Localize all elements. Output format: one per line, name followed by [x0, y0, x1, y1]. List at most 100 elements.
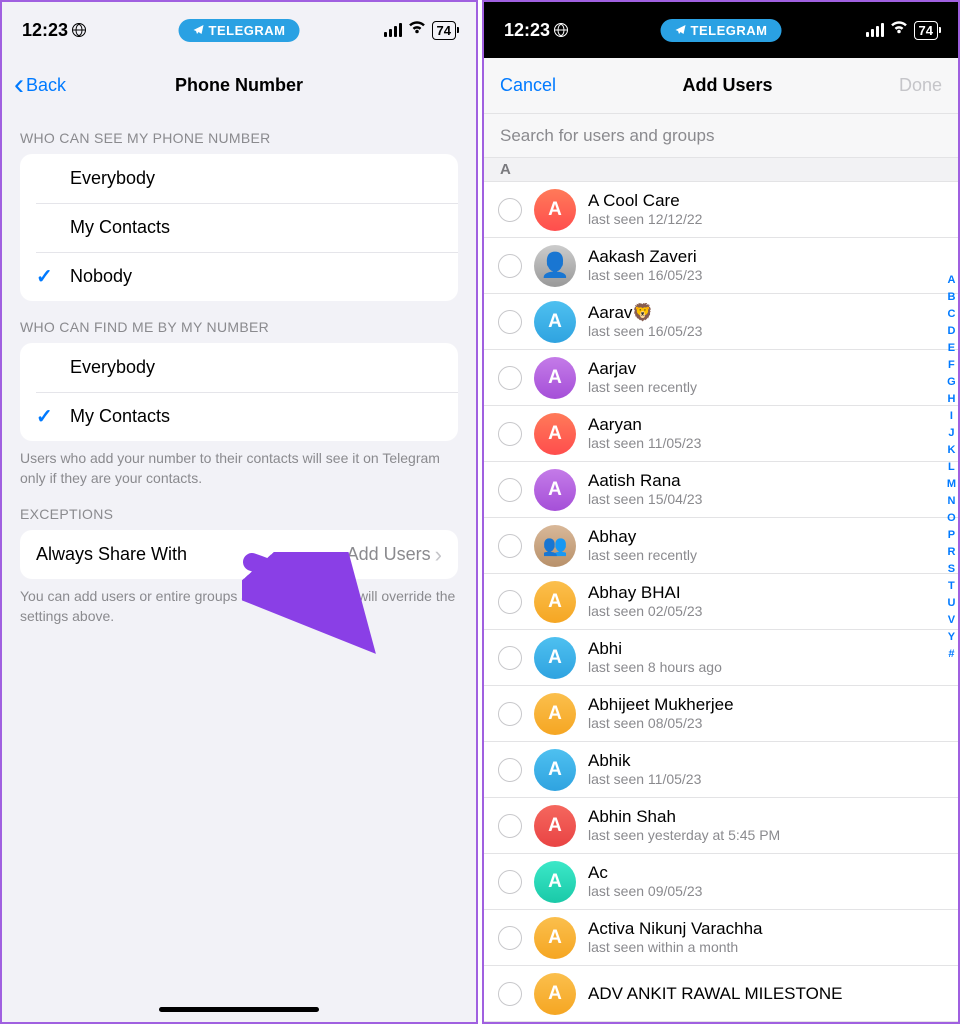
contacts-list[interactable]: A A Cool Care last seen 12/12/22 Aakash … — [484, 182, 958, 1022]
contact-name: Ac — [588, 862, 944, 883]
radio-circle[interactable] — [498, 590, 522, 614]
contact-name: Aarjav — [588, 358, 944, 379]
index-letter[interactable]: P — [948, 527, 955, 543]
contact-row[interactable]: Abhay last seen recently — [484, 518, 958, 574]
always-share-with-row[interactable]: Always Share With Add Users › — [20, 530, 458, 579]
radio-circle[interactable] — [498, 814, 522, 838]
index-letter[interactable]: J — [948, 425, 954, 441]
contact-row[interactable]: A Aaryan last seen 11/05/23 — [484, 406, 958, 462]
home-indicator[interactable] — [159, 1007, 319, 1012]
index-letter[interactable]: B — [947, 289, 955, 305]
contact-status: last seen 11/05/23 — [588, 771, 944, 789]
index-letter[interactable]: I — [950, 408, 953, 424]
contact-name: Abhay BHAI — [588, 582, 944, 603]
done-button[interactable]: Done — [899, 75, 942, 96]
index-letter[interactable]: O — [947, 510, 956, 526]
index-letter[interactable]: G — [947, 374, 956, 390]
always-share-label: Always Share With — [36, 544, 187, 565]
contact-row[interactable]: A Abhi last seen 8 hours ago — [484, 630, 958, 686]
radio-circle[interactable] — [498, 870, 522, 894]
contact-info: Aarav🦁 last seen 16/05/23 — [588, 302, 944, 341]
index-letter[interactable]: C — [947, 306, 955, 322]
radio-circle[interactable] — [498, 422, 522, 446]
contact-info: Aaryan last seen 11/05/23 — [588, 414, 944, 453]
contact-row[interactable]: Aakash Zaveri last seen 16/05/23 — [484, 238, 958, 294]
option-find-everybody[interactable]: Everybody — [20, 343, 458, 392]
radio-circle[interactable] — [498, 758, 522, 782]
contact-name: Abhik — [588, 750, 944, 771]
index-letter[interactable]: K — [947, 442, 955, 458]
option-find-contacts[interactable]: ✓ My Contacts — [20, 392, 458, 441]
index-letter[interactable]: L — [948, 459, 955, 475]
contact-status: last seen 08/05/23 — [588, 715, 944, 733]
radio-circle[interactable] — [498, 702, 522, 726]
telegram-pill[interactable]: TELEGRAM — [661, 19, 782, 42]
contact-row[interactable]: A A Cool Care last seen 12/12/22 — [484, 182, 958, 238]
back-button[interactable]: ‹ Back — [14, 70, 66, 100]
index-letter[interactable]: M — [947, 476, 956, 492]
contact-name: Aarav🦁 — [588, 302, 944, 323]
contact-info: Abhik last seen 11/05/23 — [588, 750, 944, 789]
contact-row[interactable]: A Ac last seen 09/05/23 — [484, 854, 958, 910]
contact-row[interactable]: A Aarav🦁 last seen 16/05/23 — [484, 294, 958, 350]
contact-row[interactable]: A Activa Nikunj Varachha last seen withi… — [484, 910, 958, 966]
contact-row[interactable]: A Abhin Shah last seen yesterday at 5:45… — [484, 798, 958, 854]
exceptions-footer: You can add users or entire groups as ex… — [2, 579, 476, 626]
radio-circle[interactable] — [498, 254, 522, 278]
contact-row[interactable]: A Abhijeet Mukherjee last seen 08/05/23 — [484, 686, 958, 742]
chevron-left-icon: ‹ — [14, 70, 24, 100]
radio-circle[interactable] — [498, 478, 522, 502]
index-letter[interactable]: F — [948, 357, 955, 373]
contact-row[interactable]: A Aarjav last seen recently — [484, 350, 958, 406]
radio-circle[interactable] — [498, 982, 522, 1006]
index-letter[interactable]: H — [947, 391, 955, 407]
modal-title: Add Users — [682, 75, 772, 96]
contact-name: Aaryan — [588, 414, 944, 435]
index-letter[interactable]: V — [948, 612, 955, 628]
index-letter[interactable]: A — [947, 272, 955, 288]
section-header-visibility: WHO CAN SEE MY PHONE NUMBER — [2, 112, 476, 154]
radio-circle[interactable] — [498, 646, 522, 670]
contact-row[interactable]: A ADV ANKIT RAWAL MILESTONE — [484, 966, 958, 1022]
contact-name: ADV ANKIT RAWAL MILESTONE — [588, 983, 944, 1004]
avatar: A — [534, 973, 576, 1015]
option-everybody[interactable]: Everybody — [20, 154, 458, 203]
alpha-index[interactable]: ABCDEFGHIJKLMNOPRSTUVY# — [947, 272, 956, 662]
globe-icon — [72, 23, 86, 37]
contact-row[interactable]: A Abhay BHAI last seen 02/05/23 — [484, 574, 958, 630]
avatar: A — [534, 749, 576, 791]
phone-left-settings: 12:23 TELEGRAM 74 ‹ Back Phone Number WH… — [0, 0, 478, 1024]
contact-status: last seen 15/04/23 — [588, 491, 944, 509]
index-letter[interactable]: R — [947, 544, 955, 560]
radio-circle[interactable] — [498, 366, 522, 390]
status-right: 74 — [866, 21, 938, 40]
index-letter[interactable]: N — [947, 493, 955, 509]
avatar: A — [534, 805, 576, 847]
index-letter[interactable]: U — [947, 595, 955, 611]
radio-circle[interactable] — [498, 534, 522, 558]
radio-circle[interactable] — [498, 926, 522, 950]
index-letter[interactable]: T — [948, 578, 955, 594]
phone-right-add-users: 12:23 TELEGRAM 74 Cancel Add Users Done … — [482, 0, 960, 1024]
nav-bar: ‹ Back Phone Number — [2, 58, 476, 112]
contact-row[interactable]: A Abhik last seen 11/05/23 — [484, 742, 958, 798]
option-my-contacts[interactable]: My Contacts — [20, 203, 458, 252]
search-input[interactable]: Search for users and groups — [484, 114, 958, 158]
index-letter[interactable]: E — [948, 340, 955, 356]
avatar: A — [534, 693, 576, 735]
contact-status: last seen 11/05/23 — [588, 435, 944, 453]
telegram-pill[interactable]: TELEGRAM — [179, 19, 300, 42]
contact-row[interactable]: A Aatish Rana last seen 15/04/23 — [484, 462, 958, 518]
battery-icon: 74 — [914, 21, 938, 40]
contact-status: last seen 09/05/23 — [588, 883, 944, 901]
cancel-button[interactable]: Cancel — [500, 75, 556, 96]
radio-circle[interactable] — [498, 198, 522, 222]
index-letter[interactable]: D — [947, 323, 955, 339]
contact-name: Abhin Shah — [588, 806, 944, 827]
option-nobody[interactable]: ✓ Nobody — [20, 252, 458, 301]
contact-name: Aakash Zaveri — [588, 246, 944, 267]
index-letter[interactable]: S — [948, 561, 955, 577]
index-letter[interactable]: Y — [948, 629, 955, 645]
radio-circle[interactable] — [498, 310, 522, 334]
index-letter[interactable]: # — [948, 646, 954, 662]
